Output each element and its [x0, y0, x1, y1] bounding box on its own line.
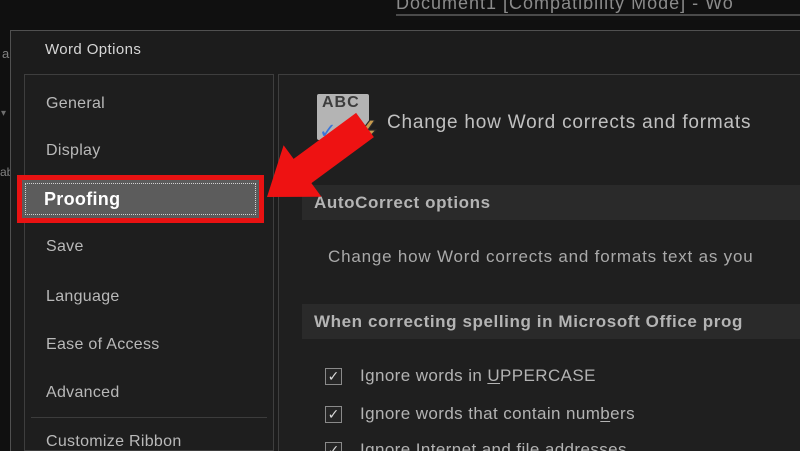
background-fragment-triangle: ▾ [1, 108, 6, 119]
sidebar-item-proofing[interactable]: Proofing [22, 180, 259, 218]
sidebar-item-advanced[interactable]: Advanced [25, 378, 273, 408]
checkbox-row-ignore-addresses: ✓ Ignore Internet and file addresses [325, 438, 627, 451]
dialog-title: Word Options [45, 37, 141, 63]
background-fragment-a: a [2, 46, 9, 61]
sidebar-item-ease-of-access[interactable]: Ease of Access [25, 330, 273, 360]
proofing-content-panel: ABC ✓ Change how Word corrects and forma… [278, 74, 800, 451]
section-header-autocorrect: AutoCorrect options [302, 185, 800, 220]
checkbox-ignore-uppercase[interactable]: ✓ [325, 368, 342, 385]
checkbox-label: Ignore words in UPPERCASE [360, 366, 596, 386]
autocorrect-abc-spellcheck-icon: ABC ✓ [317, 94, 369, 140]
options-sidebar: General Display Save Language Ease of Ac… [24, 74, 274, 451]
abc-icon-checkmark: ✓ [319, 119, 337, 144]
checkbox-ignore-numbers[interactable]: ✓ [325, 406, 342, 423]
sidebar-item-save[interactable]: Save [25, 232, 273, 262]
checkbox-row-ignore-uppercase: ✓ Ignore words in UPPERCASE [325, 364, 596, 388]
page-header: Change how Word corrects and formats [387, 109, 751, 137]
sidebar-divider [31, 417, 267, 418]
section-header-spelling: When correcting spelling in Microsoft Of… [302, 304, 800, 339]
sidebar-item-customize-ribbon[interactable]: Customize Ribbon [25, 427, 273, 451]
window-title-text: Document1 [Compatibility Mode] - Wo [396, 0, 800, 14]
checkbox-row-ignore-numbers: ✓ Ignore words that contain numbers [325, 402, 635, 426]
autocorrect-description: Change how Word corrects and formats tex… [328, 245, 754, 269]
checkbox-label: Ignore words that contain numbers [360, 404, 635, 424]
abc-icon-letters: ABC [322, 94, 360, 112]
word-options-dialog: Word Options General Display Save Langua… [10, 30, 800, 451]
proofing-highlight-box: Proofing [17, 175, 264, 223]
lightning-bolt-icon [357, 120, 378, 147]
sidebar-item-language[interactable]: Language [25, 282, 273, 312]
checkbox-label: Ignore Internet and file addresses [360, 440, 627, 451]
sidebar-item-display[interactable]: Display [25, 136, 273, 166]
sidebar-item-general[interactable]: General [25, 89, 273, 119]
window-title-fragment: Document1 [Compatibility Mode] - Wo [396, 0, 800, 16]
